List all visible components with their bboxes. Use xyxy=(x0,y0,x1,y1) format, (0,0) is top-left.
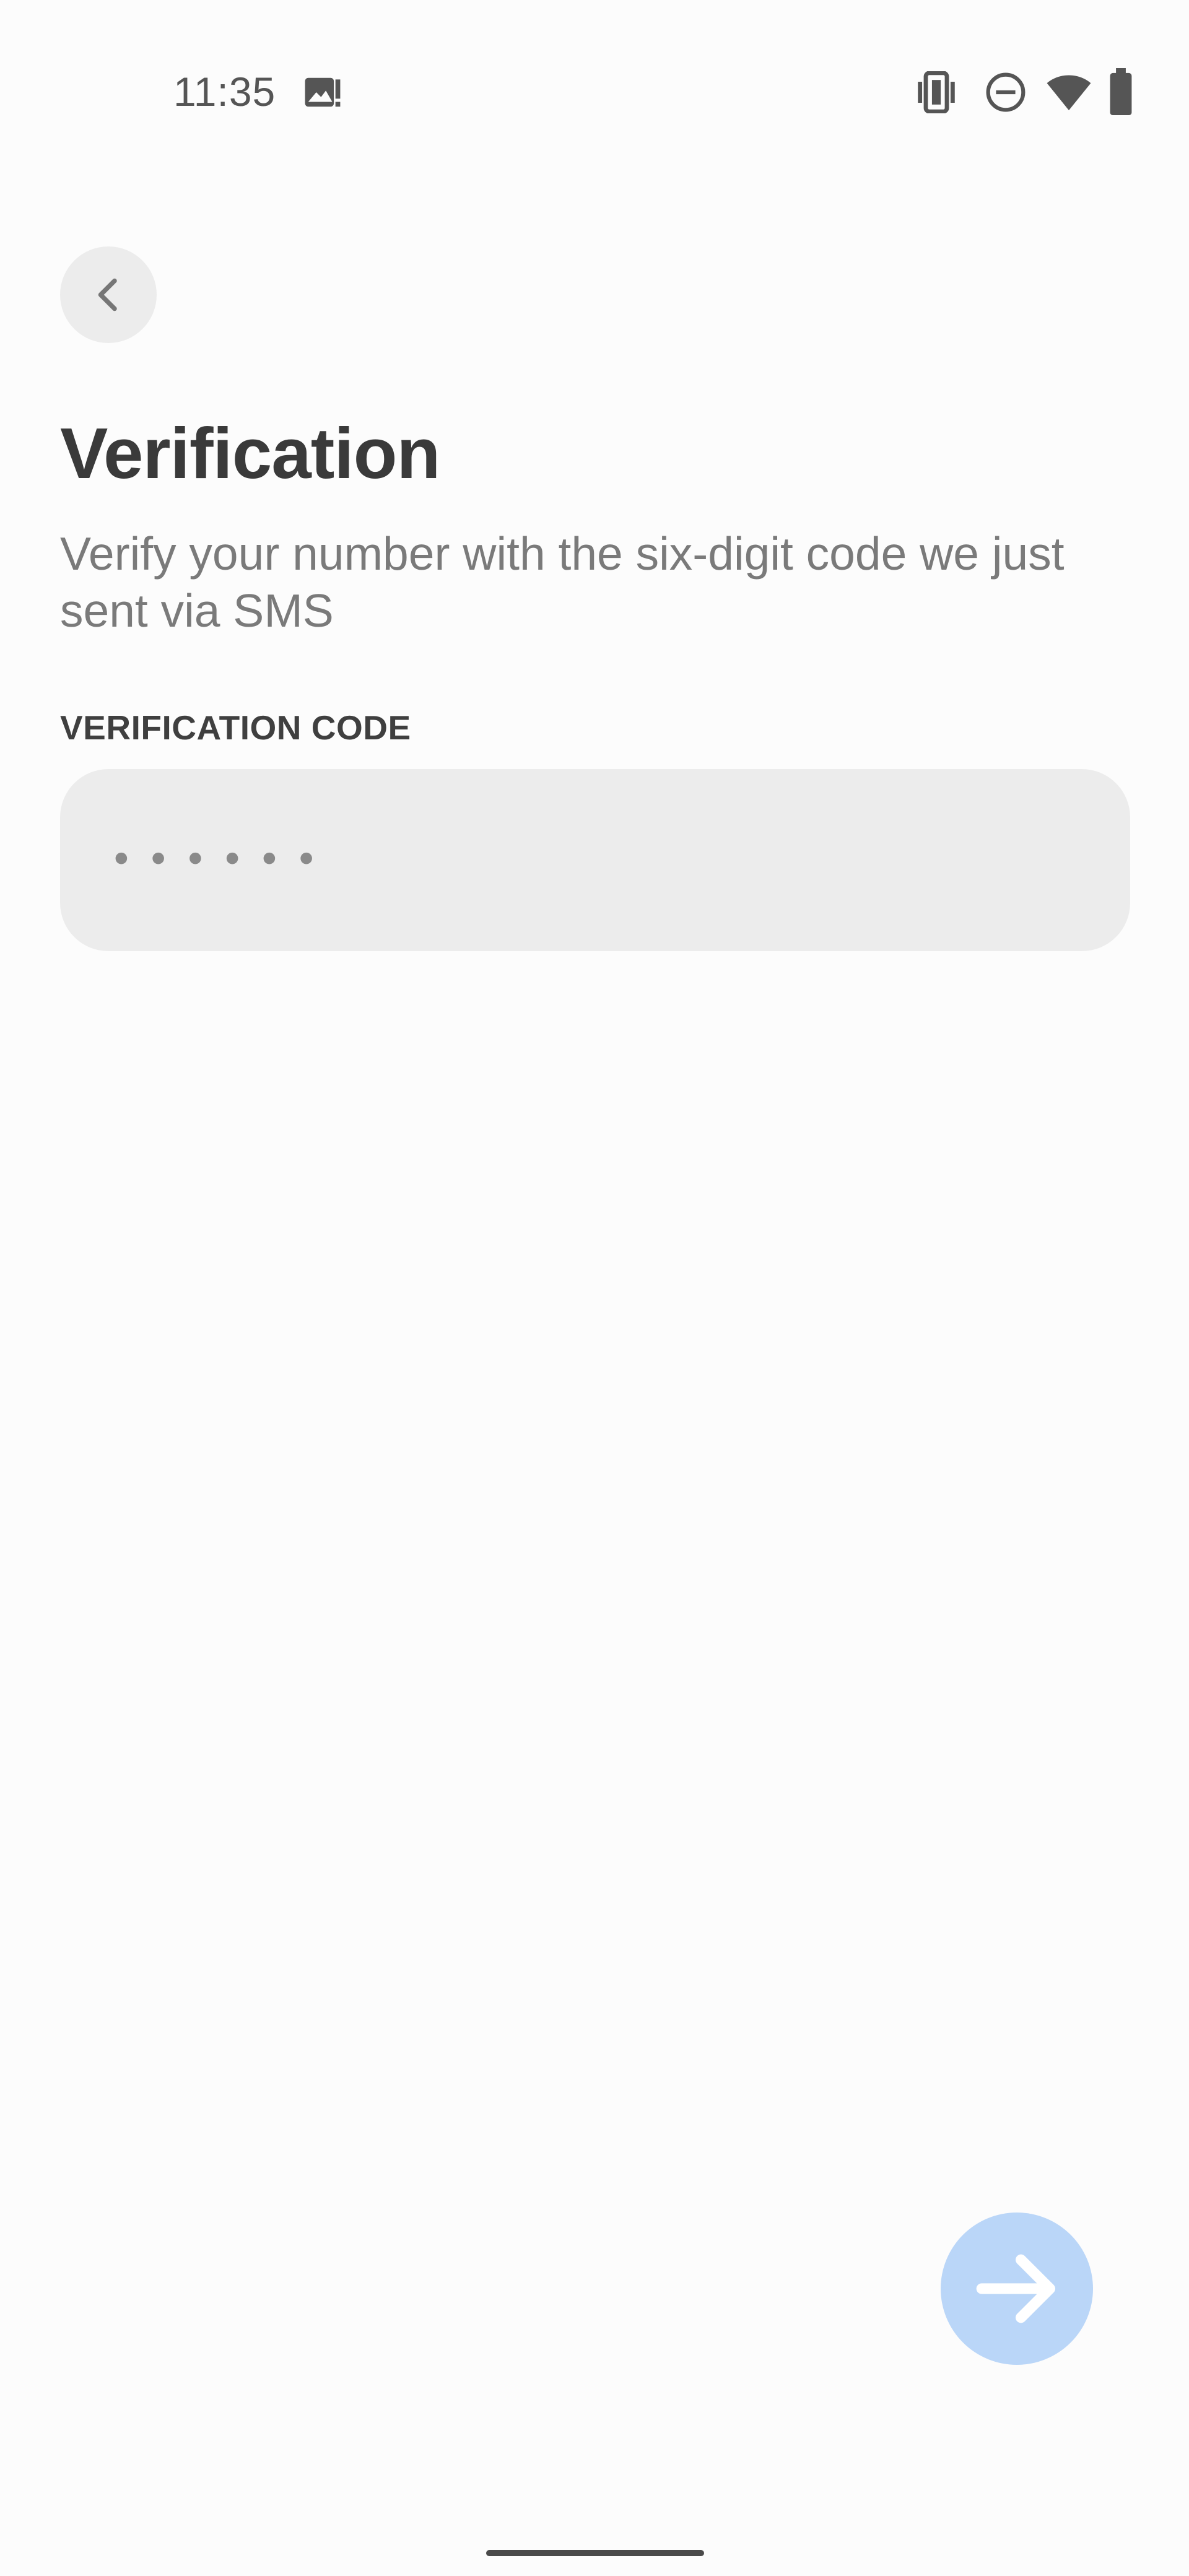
gallery-notification-icon xyxy=(305,77,341,107)
status-time: 11:35 xyxy=(173,69,276,115)
navigation-handle[interactable] xyxy=(486,2550,704,2556)
arrow-right-icon xyxy=(976,2254,1055,2323)
chevron-left-icon xyxy=(98,278,117,311)
vibrate-icon xyxy=(918,71,955,113)
battery-icon xyxy=(1110,68,1132,115)
page-title: Verification xyxy=(60,413,440,494)
page-subtitle: Verify your number with the six-digit co… xyxy=(60,528,1065,637)
verification-code-field[interactable] xyxy=(60,769,1130,951)
wifi-icon xyxy=(1047,75,1091,111)
next-button[interactable] xyxy=(941,2213,1093,2365)
verification-code-input[interactable] xyxy=(110,769,1076,951)
do-not-disturb-icon xyxy=(986,72,1026,112)
back-button[interactable] xyxy=(60,246,157,343)
verification-code-label: VERIFICATION CODE xyxy=(60,708,411,747)
status-bar: 11:35 xyxy=(0,0,1189,186)
